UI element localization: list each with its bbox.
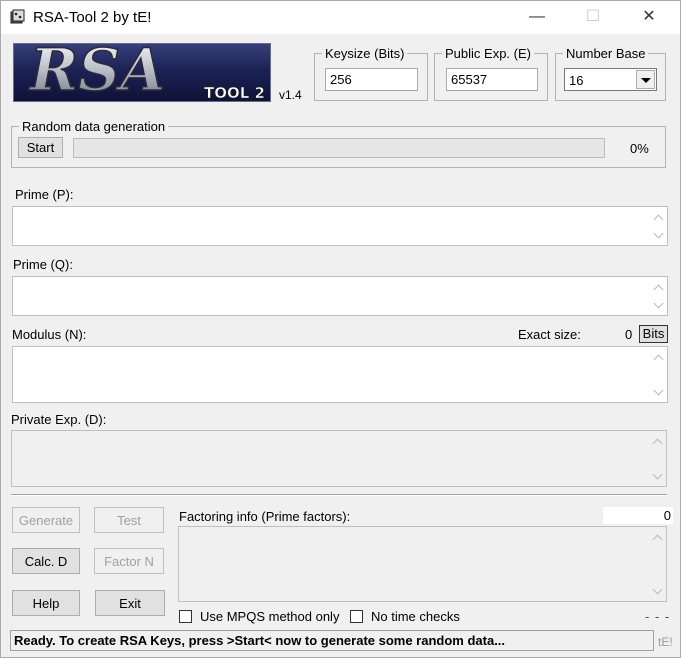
public-exp-legend: Public Exp. (E) — [445, 46, 531, 61]
factoring-info-label: Factoring info (Prime factors): — [179, 509, 351, 524]
rsa-tool-logo: RSA TOOL 2 — [13, 43, 271, 102]
scroll-down-icon[interactable] — [653, 298, 664, 309]
maximize-button[interactable]: ☐ — [565, 1, 621, 33]
bits-button[interactable]: Bits — [639, 325, 668, 343]
number-base-select[interactable]: 16 — [564, 68, 657, 91]
start-button[interactable]: Start — [18, 137, 63, 158]
private-exp-textbox[interactable] — [11, 430, 667, 487]
random-progress-bar — [73, 138, 605, 158]
prime-q-scrollbar[interactable] — [650, 277, 667, 315]
private-exp-scrollbar[interactable] — [649, 431, 666, 486]
window-title: RSA-Tool 2 by tE! — [33, 9, 152, 26]
generate-button[interactable]: Generate — [12, 507, 80, 533]
exact-size-value: 0 — [625, 327, 633, 342]
progress-percent: 0% — [630, 141, 649, 156]
mpqs-label[interactable]: Use MPQS method only — [200, 609, 339, 624]
number-base-legend: Number Base — [566, 46, 646, 61]
prime-p-textbox[interactable] — [12, 206, 668, 246]
prime-p-label: Prime (P): — [15, 187, 74, 202]
status-corner-label: tE! — [658, 635, 673, 649]
factor-n-button[interactable]: Factor N — [94, 548, 164, 574]
exit-button[interactable]: Exit — [95, 590, 165, 616]
prime-q-label: Prime (Q): — [13, 257, 73, 272]
exact-size-label: Exact size: — [518, 327, 581, 342]
dashes-indicator: - - - — [645, 609, 671, 624]
no-time-checks-checkbox[interactable] — [350, 610, 363, 623]
public-exp-input[interactable]: 65537 — [446, 68, 538, 91]
factoring-count: 0 — [603, 507, 673, 524]
logo-subtext: TOOL 2 — [204, 84, 265, 102]
scroll-up-icon[interactable] — [652, 437, 663, 449]
number-base-value: 16 — [569, 73, 584, 88]
scroll-down-icon[interactable] — [652, 469, 663, 480]
scroll-up-icon[interactable] — [653, 283, 664, 295]
status-bar: Ready. To create RSA Keys, press >Start<… — [10, 630, 654, 651]
scroll-down-icon[interactable] — [653, 385, 664, 396]
factoring-scrollbar[interactable] — [649, 527, 666, 601]
scroll-up-icon[interactable] — [652, 533, 663, 545]
main-window: RSA-Tool 2 by tE! — ☐ ✕ RSA TOOL 2 v1.4 … — [0, 0, 681, 658]
scroll-down-icon[interactable] — [652, 584, 663, 595]
chevron-down-icon[interactable] — [636, 70, 655, 89]
logo-rsa-text: RSA — [28, 44, 165, 102]
prime-p-scrollbar[interactable] — [650, 207, 667, 245]
no-time-checks-label[interactable]: No time checks — [371, 609, 460, 624]
test-button[interactable]: Test — [94, 507, 164, 533]
help-button[interactable]: Help — [12, 590, 80, 616]
factoring-textbox[interactable] — [178, 526, 667, 602]
section-divider — [11, 494, 667, 496]
random-data-legend: Random data generation — [22, 119, 166, 134]
scroll-up-icon[interactable] — [653, 213, 664, 225]
prime-q-textbox[interactable] — [12, 276, 668, 316]
close-button[interactable]: ✕ — [621, 1, 677, 33]
private-exp-label: Private Exp. (D): — [11, 412, 107, 427]
modulus-scrollbar[interactable] — [650, 347, 667, 402]
modulus-textbox[interactable] — [12, 346, 668, 403]
mpqs-checkbox[interactable] — [179, 610, 192, 623]
calc-d-button[interactable]: Calc. D — [12, 548, 80, 574]
title-bar[interactable]: RSA-Tool 2 by tE! — ☐ ✕ — [1, 1, 680, 34]
modulus-label: Modulus (N): — [12, 327, 87, 342]
app-icon — [10, 9, 25, 24]
version-label: v1.4 — [279, 88, 302, 102]
scroll-up-icon[interactable] — [653, 353, 664, 365]
keysize-legend: Keysize (Bits) — [325, 46, 405, 61]
scroll-down-icon[interactable] — [653, 228, 664, 239]
keysize-input[interactable]: 256 — [325, 68, 418, 91]
minimize-button[interactable]: — — [509, 1, 565, 33]
